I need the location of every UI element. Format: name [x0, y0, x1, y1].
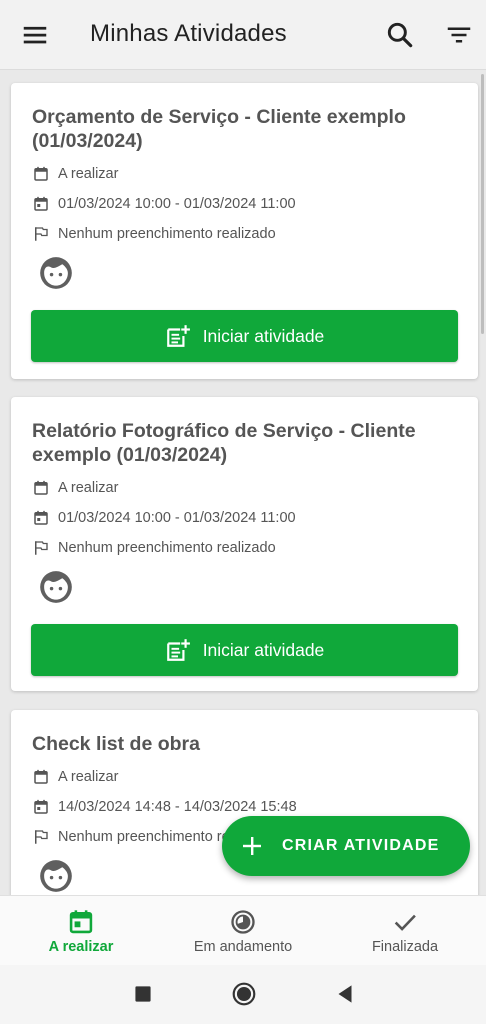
avatar-icon: [40, 860, 72, 892]
status-row: A realizar: [32, 479, 118, 497]
create-activity-label: CRIAR ATIVIDADE: [282, 837, 440, 854]
plus-icon: [243, 837, 261, 855]
filter-icon[interactable]: [444, 20, 474, 50]
activity-title: Relatório Fotográfico de Serviço - Clien…: [32, 420, 416, 466]
activity-card[interactable]: Orçamento de Serviço - Cliente exemplo (…: [11, 83, 478, 379]
start-activity-button[interactable]: Iniciar atividade: [31, 310, 458, 362]
datetime-row: 01/03/2024 10:00 - 01/03/2024 11:00: [32, 195, 296, 213]
activity-list[interactable]: Orçamento de Serviço - Cliente exemplo (…: [0, 70, 486, 895]
recents-icon[interactable]: [130, 981, 156, 1007]
calendar-icon: [34, 480, 48, 495]
bottom-navigation: A realizar Em andamento Finalizada: [0, 895, 486, 965]
start-activity-label: Iniciar atividade: [202, 639, 325, 660]
back-icon[interactable]: [332, 981, 358, 1007]
calendar-icon: [34, 510, 48, 525]
search-icon[interactable]: [384, 19, 416, 51]
datetime-text: 14/03/2024 14:48 - 14/03/2024 15:48: [58, 799, 297, 815]
flag-icon: [35, 830, 48, 844]
calendar-icon: [34, 166, 48, 181]
tab-label: Finalizada: [371, 939, 439, 955]
status-text: A realizar: [58, 480, 119, 496]
status-row: A realizar: [32, 768, 118, 786]
page-title: Minhas Atividades: [90, 20, 287, 47]
fill-status-text: Nenhum preenchimento realizado: [58, 540, 276, 556]
activity-title: Orçamento de Serviço - Cliente exemplo (…: [32, 106, 406, 152]
datetime-text: 01/03/2024 10:00 - 01/03/2024 11:00: [58, 510, 296, 526]
start-activity-button[interactable]: Iniciar atividade: [31, 624, 458, 676]
fill-status-row: Nenhum preenchimento realizado: [32, 539, 276, 557]
fill-status-text: Nenhum preenchimento realizado: [58, 226, 276, 242]
status-text: A realizar: [58, 769, 119, 785]
calendar-icon: [34, 769, 48, 784]
calendar-icon: [34, 196, 48, 211]
tab-label: A realizar: [48, 939, 114, 955]
tab-label: Em andamento: [193, 939, 293, 955]
system-navigation-bar: [0, 965, 486, 1024]
tab-em-andamento[interactable]: Em andamento: [162, 896, 324, 966]
menu-icon[interactable]: [20, 20, 50, 50]
activity-card[interactable]: Relatório Fotográfico de Serviço - Clien…: [11, 397, 478, 691]
note-add-icon: [166, 639, 190, 661]
note-add-icon: [166, 325, 190, 347]
flag-icon: [35, 227, 48, 241]
app-bar: Minhas Atividades: [0, 0, 486, 70]
activity-title: Check list de obra: [32, 733, 200, 755]
tab-a-realizar[interactable]: A realizar: [0, 896, 162, 966]
avatar-icon: [40, 571, 72, 603]
fill-status-row: Nenhum preenchimento realizado: [32, 225, 276, 243]
datetime-text: 01/03/2024 10:00 - 01/03/2024 11:00: [58, 196, 296, 212]
scrollbar[interactable]: [481, 74, 484, 334]
home-icon[interactable]: [231, 981, 257, 1007]
datetime-row: 01/03/2024 10:00 - 01/03/2024 11:00: [32, 509, 296, 527]
flag-icon: [35, 541, 48, 555]
progress-clock-icon: [231, 910, 255, 934]
calendar-icon: [34, 799, 48, 814]
calendar-today-icon: [69, 910, 93, 934]
tab-finalizada[interactable]: Finalizada: [324, 896, 486, 966]
status-row: A realizar: [32, 165, 118, 183]
status-text: A realizar: [58, 166, 119, 182]
avatar-icon: [40, 257, 72, 289]
create-activity-button[interactable]: CRIAR ATIVIDADE: [222, 816, 470, 876]
datetime-row: 14/03/2024 14:48 - 14/03/2024 15:48: [32, 798, 297, 816]
check-icon: [394, 914, 416, 931]
start-activity-label: Iniciar atividade: [202, 325, 325, 346]
